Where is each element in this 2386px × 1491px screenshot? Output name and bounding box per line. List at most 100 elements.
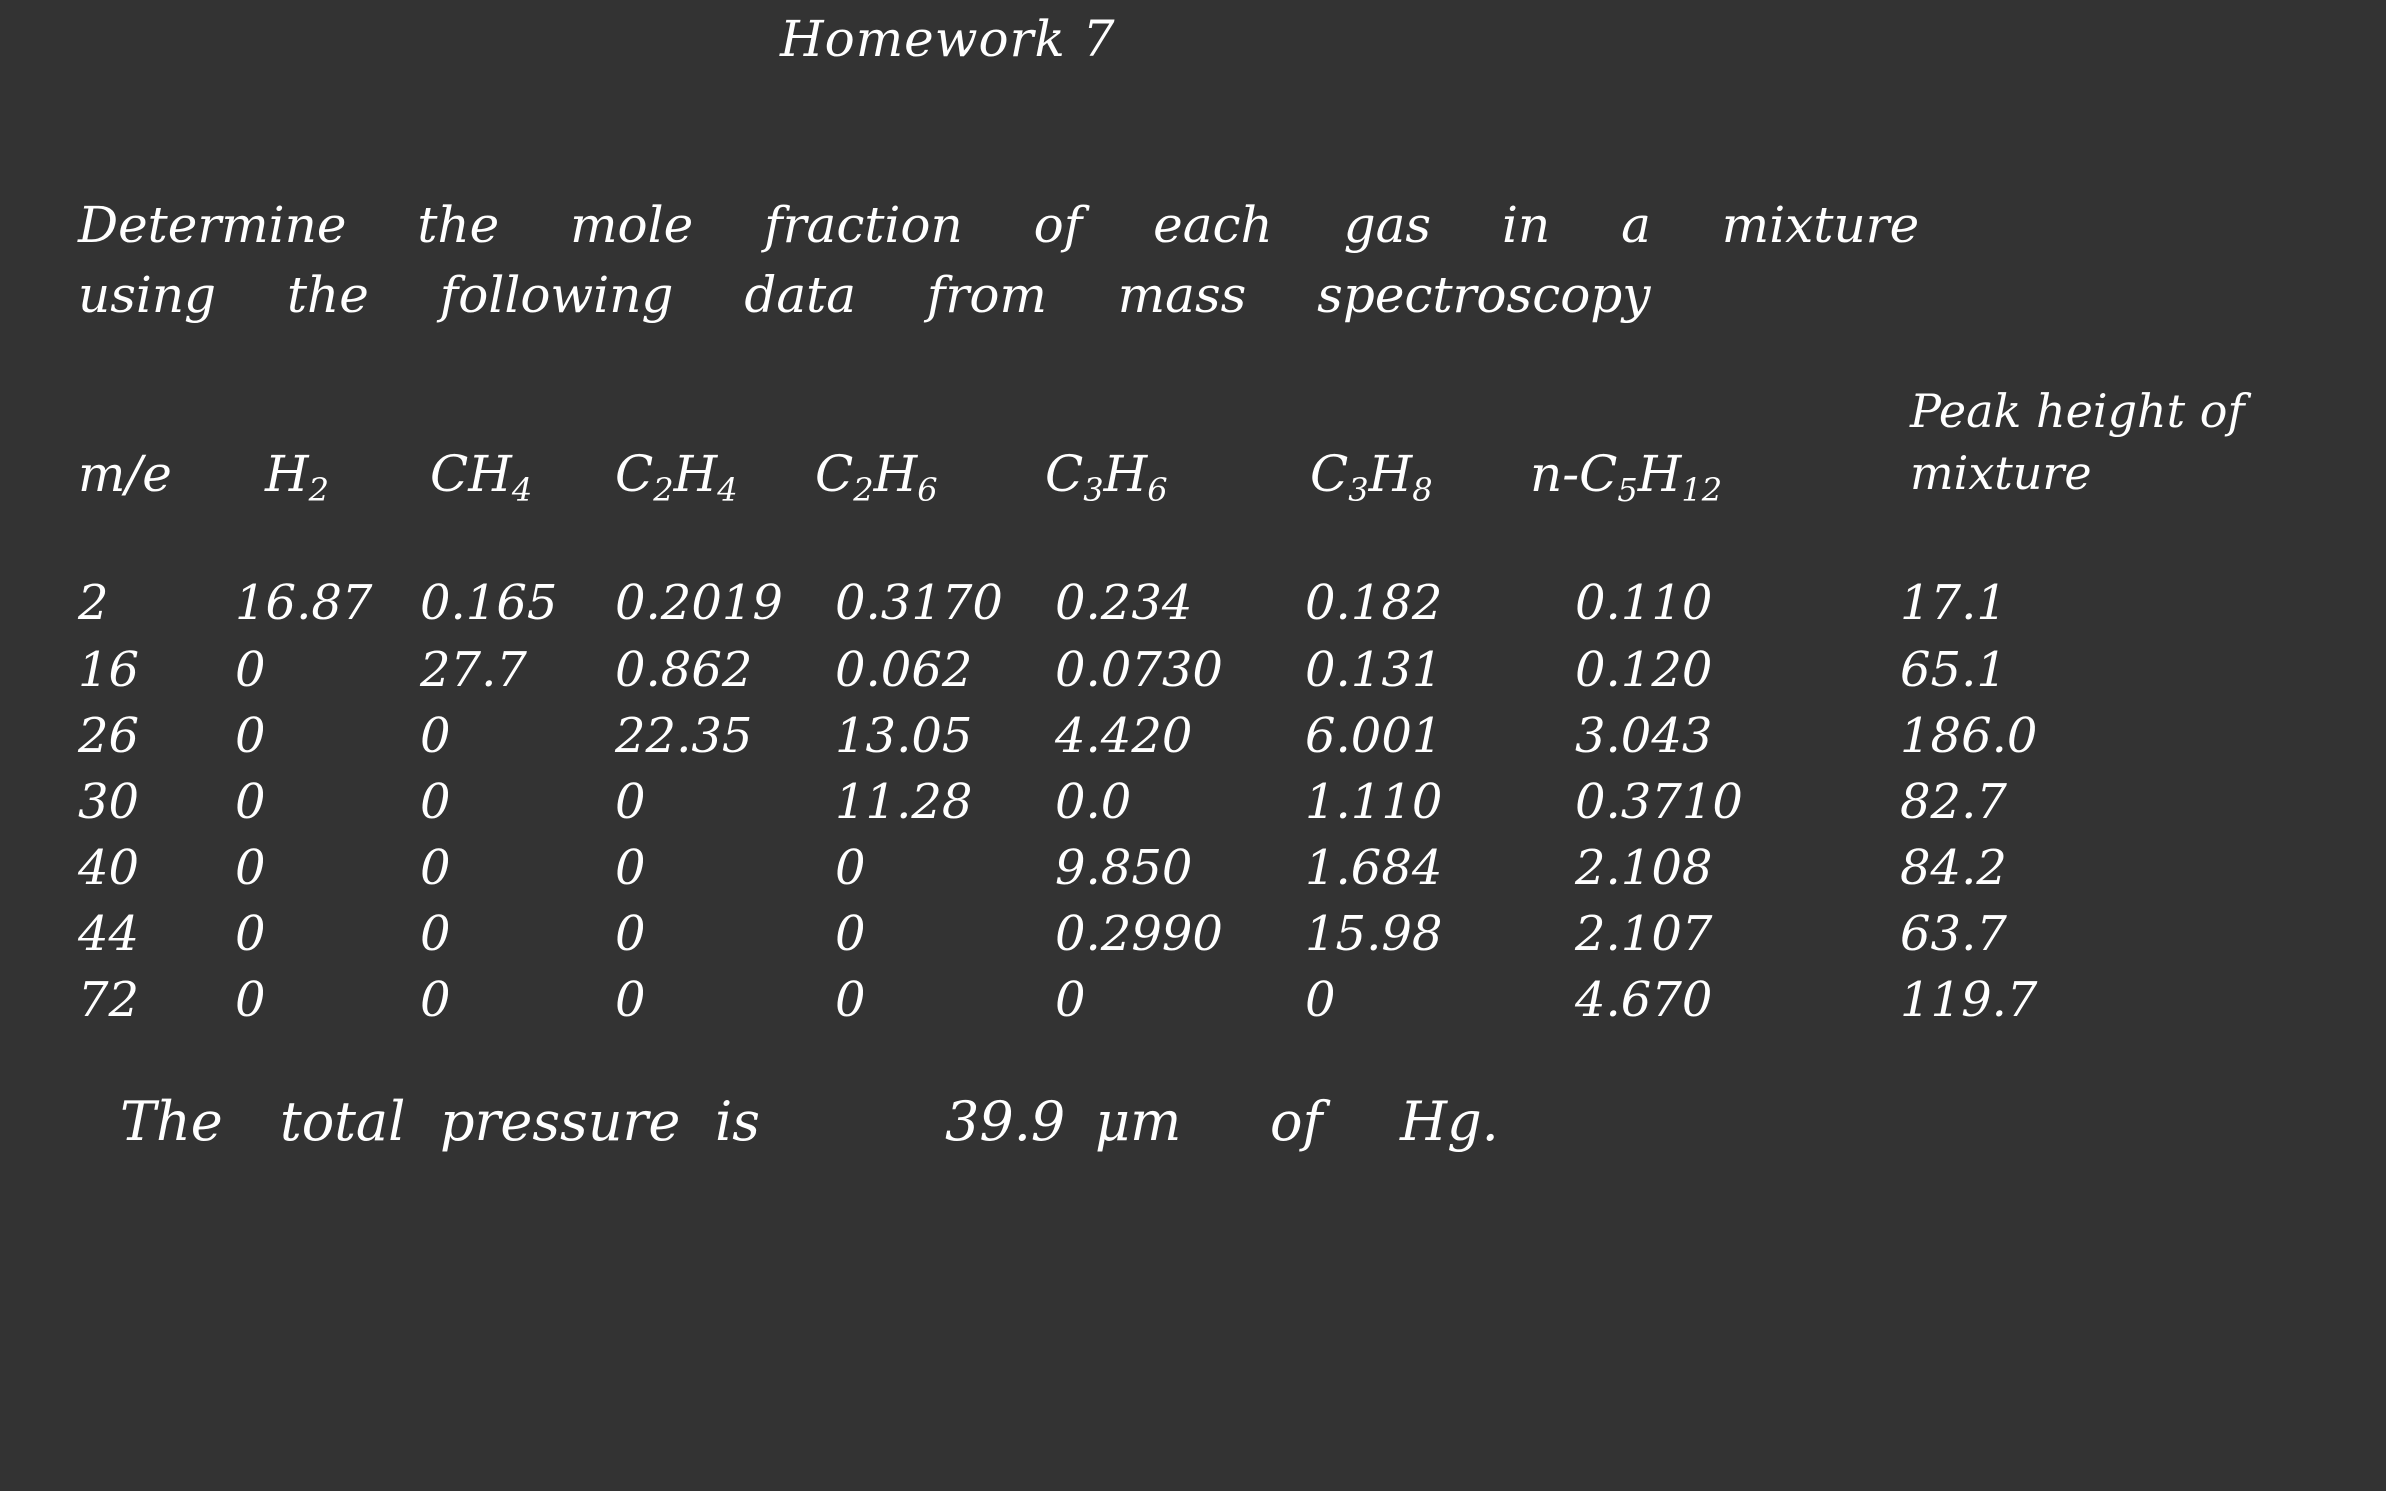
formula-symbol: C xyxy=(1310,445,1349,503)
peak-height-cell: 119.7 xyxy=(1900,972,2038,1028)
table-cell: 0.2990 xyxy=(1055,906,1223,962)
formula-symbol: H xyxy=(1637,445,1682,503)
pressure-value: 39.9 xyxy=(945,1090,1066,1153)
table-cell: 0.3170 xyxy=(835,575,1003,631)
table-cell: 16.87 xyxy=(235,575,373,631)
formula-subscript: 4 xyxy=(511,471,533,509)
table-cell: 0 xyxy=(615,840,646,896)
footer-word: is xyxy=(715,1090,760,1153)
table-cell: 0 xyxy=(420,906,451,962)
table-cell: 0 xyxy=(235,972,266,1028)
pressure-unit: μm xyxy=(1095,1090,1182,1153)
formula-subscript: 6 xyxy=(917,471,938,509)
mass-charge-cell: 26 xyxy=(78,708,140,764)
formula-symbol: C xyxy=(815,445,854,503)
peak-height-cell: 63.7 xyxy=(1900,906,2007,962)
column-header: n-C5H12 xyxy=(1530,445,1722,509)
peak-height-cell: 17.1 xyxy=(1900,575,2007,631)
table-cell: 0.2019 xyxy=(615,575,783,631)
mass-charge-cell: 72 xyxy=(78,972,140,1028)
formula-subscript: 3 xyxy=(1348,471,1369,509)
table-cell: 27.7 xyxy=(420,642,527,698)
problem-line-1: Determine the mole fraction of each gas … xyxy=(78,196,1920,254)
table-cell: 0 xyxy=(615,906,646,962)
table-cell: 0 xyxy=(420,972,451,1028)
column-header: C2H4 xyxy=(615,445,738,509)
formula-symbol: CH xyxy=(430,445,512,503)
table-cell: 0.182 xyxy=(1305,575,1443,631)
mass-charge-cell: 40 xyxy=(78,840,140,896)
table-cell: 1.110 xyxy=(1305,774,1443,830)
page-title: Homework 7 xyxy=(780,10,1116,68)
table-cell: 0 xyxy=(235,906,266,962)
formula-subscript: 2 xyxy=(853,471,874,509)
formula-symbol: n-C xyxy=(1530,445,1618,503)
table-cell: 0 xyxy=(235,642,266,698)
table-cell: 9.850 xyxy=(1055,840,1193,896)
table-cell: 0.110 xyxy=(1575,575,1713,631)
mass-charge-cell: 2 xyxy=(78,575,109,631)
formula-symbol: H xyxy=(265,445,309,503)
formula-symbol: C xyxy=(1045,445,1084,503)
formula-subscript: 3 xyxy=(1083,471,1104,509)
formula-subscript: 12 xyxy=(1681,471,1723,509)
table-cell: 0.0730 xyxy=(1055,642,1223,698)
table-cell: 0.165 xyxy=(420,575,558,631)
table-cell: 1.684 xyxy=(1305,840,1443,896)
table-cell: 4.670 xyxy=(1575,972,1713,1028)
table-cell: 22.35 xyxy=(615,708,753,764)
column-header: C3H8 xyxy=(1310,445,1433,509)
table-cell: 11.28 xyxy=(835,774,973,830)
table-cell: 0 xyxy=(835,840,866,896)
table-cell: 0 xyxy=(615,774,646,830)
whiteboard: Homework 7 Determine the mole fraction o… xyxy=(0,0,2386,1491)
table-cell: 6.001 xyxy=(1305,708,1443,764)
table-cell: 0 xyxy=(835,972,866,1028)
table-cell: 13.05 xyxy=(835,708,973,764)
formula-symbol: H xyxy=(873,445,918,503)
mass-charge-cell: 16 xyxy=(78,642,140,698)
footer-word: total xyxy=(280,1090,406,1153)
peak-height-cell: 82.7 xyxy=(1900,774,2007,830)
table-cell: 0 xyxy=(1055,972,1086,1028)
formula-symbol: H xyxy=(1103,445,1148,503)
formula-subscript: 2 xyxy=(653,471,674,509)
peak-height-cell: 84.2 xyxy=(1900,840,2007,896)
problem-line-2: using the following data from mass spect… xyxy=(78,266,1651,324)
formula-subscript: 4 xyxy=(717,471,738,509)
table-cell: 0 xyxy=(420,708,451,764)
column-header: H2 xyxy=(265,445,329,509)
footer-word: pressure xyxy=(440,1090,681,1153)
formula-subscript: 5 xyxy=(1617,471,1638,509)
table-cell: 0.862 xyxy=(615,642,753,698)
problem-statement: Determine the mole fraction of each gas … xyxy=(78,190,2078,330)
column-header: Peak height of mixture xyxy=(1910,384,2245,500)
table-cell: 0 xyxy=(235,840,266,896)
table-cell: 2.107 xyxy=(1575,906,1713,962)
table-cell: 0 xyxy=(1305,972,1336,1028)
table-cell: 15.98 xyxy=(1305,906,1443,962)
table-cell: 0 xyxy=(615,972,646,1028)
table-cell: 0.120 xyxy=(1575,642,1713,698)
table-cell: 3.043 xyxy=(1575,708,1713,764)
footer-word: of xyxy=(1270,1090,1323,1153)
column-header: m/e xyxy=(78,445,172,503)
mass-charge-cell: 44 xyxy=(78,906,140,962)
formula-subscript: 8 xyxy=(1412,471,1433,509)
column-header: CH4 xyxy=(430,445,532,509)
table-cell: 0.0 xyxy=(1055,774,1132,830)
table-cell: 2.108 xyxy=(1575,840,1713,896)
table-cell: 0 xyxy=(235,708,266,764)
formula-symbol: C xyxy=(615,445,654,503)
table-cell: 0.062 xyxy=(835,642,973,698)
formula-symbol: H xyxy=(673,445,718,503)
table-cell: 0 xyxy=(835,906,866,962)
table-cell: 0 xyxy=(420,774,451,830)
peak-height-cell: 186.0 xyxy=(1900,708,2038,764)
formula-subscript: 6 xyxy=(1147,471,1168,509)
table-cell: 0 xyxy=(420,840,451,896)
table-cell: 0.234 xyxy=(1055,575,1193,631)
formula-subscript: 2 xyxy=(308,471,329,509)
table-cell: 0 xyxy=(235,774,266,830)
table-cell: 0.3710 xyxy=(1575,774,1743,830)
